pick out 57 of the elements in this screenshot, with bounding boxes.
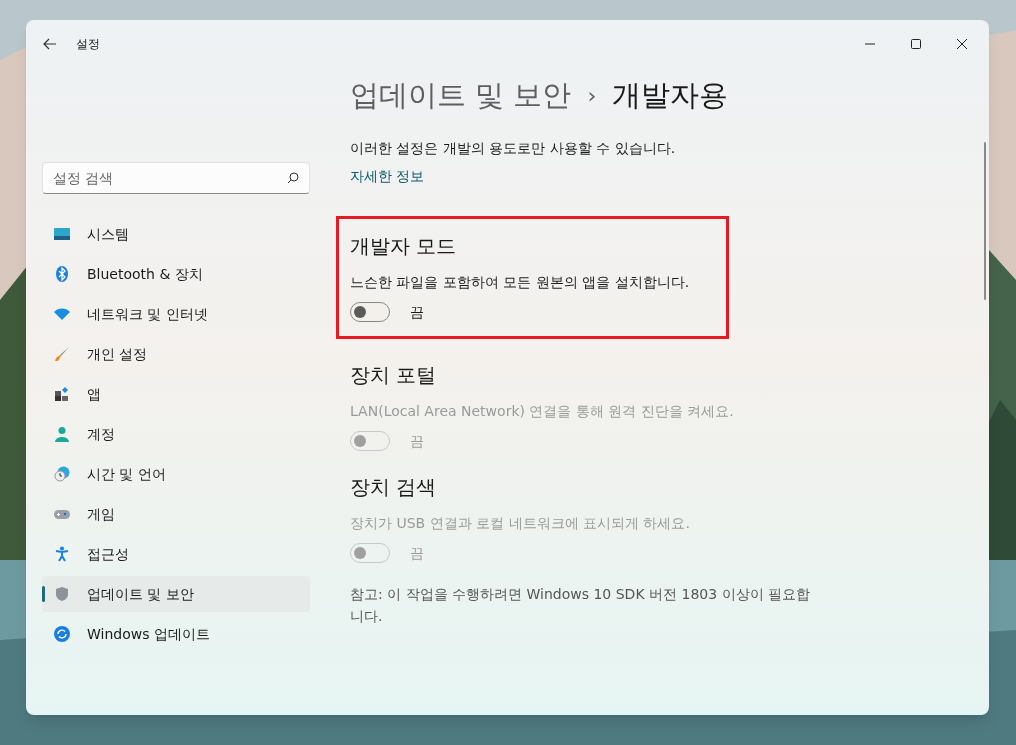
sidebar-item[interactable]: 접근성 <box>42 536 310 572</box>
selection-indicator <box>42 586 45 602</box>
sidebar-item-label: 접근성 <box>87 545 129 564</box>
sidebar-item[interactable]: 개인 설정 <box>42 336 310 372</box>
sidebar-item-label: 네트워크 및 인터넷 <box>87 305 208 324</box>
intro-text: 이러한 설정은 개발의 용도로만 사용할 수 있습니다. <box>350 138 677 158</box>
section-description: 느슨한 파일을 포함하여 모든 원본의 앱을 설치합니다. <box>350 272 691 292</box>
sidebar-item-label: 계정 <box>87 425 115 444</box>
bluetooth-icon <box>54 266 70 282</box>
sidebar-item-label: Bluetooth & 장치 <box>87 265 203 284</box>
sidebar-item-label: 개인 설정 <box>87 345 148 364</box>
page-title: 개발자용 <box>612 77 729 114</box>
sidebar-item[interactable]: 게임 <box>42 496 310 532</box>
brush-icon <box>54 346 70 362</box>
section-title: 장치 포털 <box>350 361 438 389</box>
shield-icon <box>54 586 70 602</box>
monitor-icon <box>54 226 70 242</box>
breadcrumb-parent[interactable]: 업데이트 및 보안 <box>350 74 572 118</box>
toggle-label: 끔 <box>410 431 424 451</box>
toggle-label: 끔 <box>410 302 424 322</box>
sidebar-item[interactable]: 앱 <box>42 376 310 412</box>
maximize-icon <box>911 39 921 49</box>
window-title: 설정 <box>76 36 100 52</box>
search-field[interactable]: 설정 검색 <box>42 162 310 194</box>
sidebar-item-label: 게임 <box>87 505 115 524</box>
breadcrumb-separator: › <box>587 82 597 111</box>
section-description: LAN(Local Area Network) 연결을 통해 원격 진단을 켜세요. <box>350 401 735 421</box>
person-icon <box>54 426 70 442</box>
section-title: 장치 검색 <box>350 473 438 501</box>
search-icon <box>287 172 299 184</box>
apps-icon <box>54 386 70 402</box>
sidebar-item[interactable]: 네트워크 및 인터넷 <box>42 296 310 332</box>
sidebar-item-label: 업데이트 및 보안 <box>87 585 194 604</box>
note-text: 참고: 이 작업을 수행하려면 Windows 10 SDK 버전 1803 이상이 필요합니다. <box>350 584 810 626</box>
sidebar-item[interactable]: 업데이트 및 보안 <box>42 576 310 612</box>
sidebar-item[interactable]: 시스템 <box>42 216 310 252</box>
toggle-label: 끔 <box>410 543 424 563</box>
toggle-switch[interactable] <box>350 301 390 322</box>
close-icon <box>957 39 967 49</box>
wifi-icon <box>54 306 70 322</box>
sidebar-item[interactable]: Windows 업데이트 <box>42 616 310 652</box>
more-info-link[interactable]: 자세한 정보 <box>350 165 425 186</box>
globe-clock-icon <box>54 466 70 482</box>
sidebar-item-label: Windows 업데이트 <box>87 625 210 644</box>
search-input[interactable]: 설정 검색 <box>53 168 287 188</box>
sidebar-item[interactable]: 계정 <box>42 416 310 452</box>
sync-icon <box>54 626 70 642</box>
sidebar-item-label: 앱 <box>87 385 101 404</box>
sidebar-item[interactable]: Bluetooth & 장치 <box>42 256 310 292</box>
section-description: 장치가 USB 연결과 로컬 네트워크에 표시되게 하세요. <box>350 513 691 533</box>
sidebar-item-label: 시간 및 언어 <box>87 465 166 484</box>
sidebar-item[interactable]: 시간 및 언어 <box>42 456 310 492</box>
back-icon[interactable] <box>42 36 58 52</box>
sidebar-item-label: 시스템 <box>87 225 129 244</box>
accessibility-icon <box>54 546 70 562</box>
scrollbar[interactable] <box>984 142 986 300</box>
section-title: 개발자 모드 <box>350 232 458 260</box>
